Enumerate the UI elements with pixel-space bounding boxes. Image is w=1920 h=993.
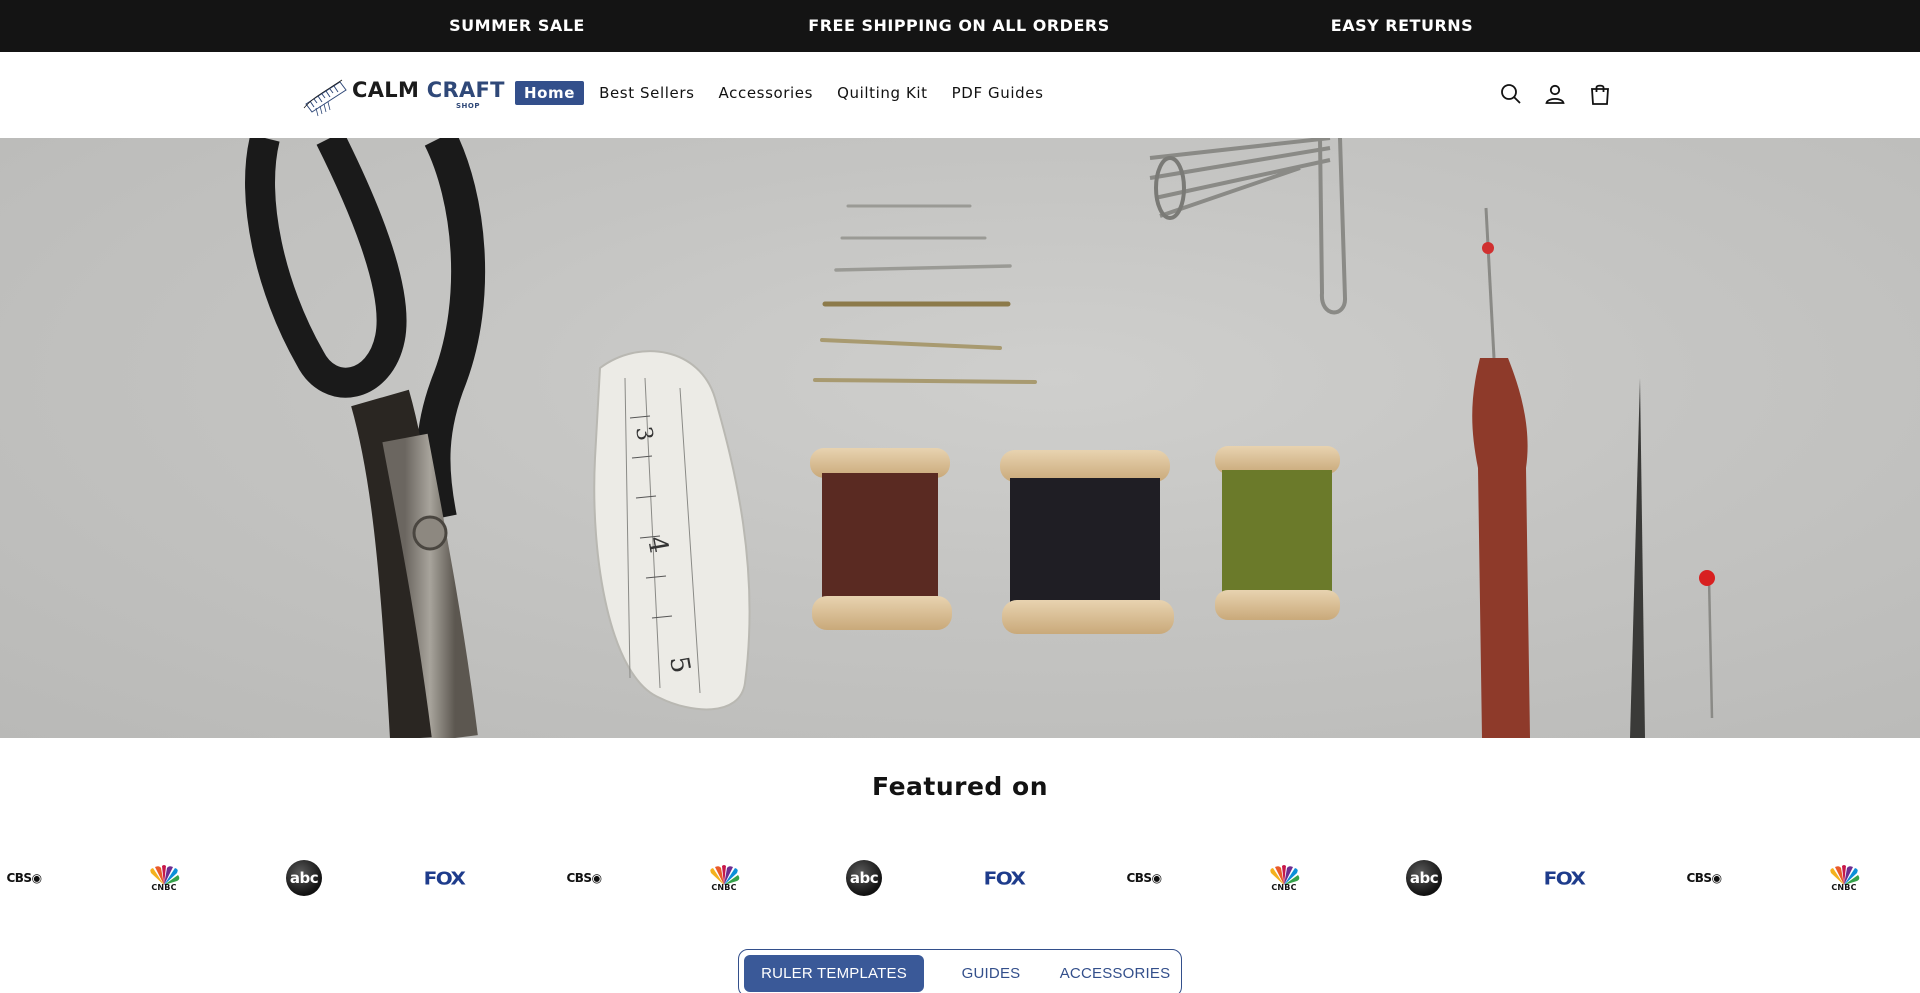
- featured-title: Featured on: [872, 772, 1048, 801]
- tab-ruler-templates[interactable]: RULER TEMPLATES: [744, 955, 924, 992]
- logo-wordmark: CALM CRAFT: [352, 78, 505, 102]
- announcement-easy-returns: EASY RETURNS: [1330, 16, 1474, 35]
- abc-logo: abc: [286, 860, 322, 896]
- sewing-tools-image: 3 4 5: [245, 138, 1715, 738]
- collection-tabs: RULER TEMPLATES GUIDES ACCESSORIES: [738, 949, 1182, 993]
- tape-measure: 3 4 5: [593, 350, 751, 711]
- nav-pdf-guides[interactable]: PDF Guides: [943, 81, 1053, 105]
- site-header: CALM CRAFT SHOP Home Best Sellers Access…: [0, 52, 1920, 138]
- abc-logo: abc: [1406, 860, 1442, 896]
- ruler-logo-icon: [303, 79, 347, 117]
- cart-icon[interactable]: [1588, 82, 1612, 110]
- abc-logo: abc: [846, 860, 882, 896]
- fox-logo: FOX: [983, 867, 1026, 889]
- hero-banner: 3 4 5: [0, 138, 1920, 738]
- logo-subtext: SHOP: [456, 102, 480, 110]
- cnbc-logo: CNBC: [147, 856, 181, 900]
- account-icon[interactable]: [1543, 82, 1567, 110]
- cnbc-logo: CNBC: [707, 856, 741, 900]
- seam-ripper: [1472, 207, 1530, 738]
- nav-home[interactable]: Home: [515, 81, 585, 105]
- logo[interactable]: CALM CRAFT SHOP: [302, 74, 504, 118]
- tab-accessories[interactable]: ACCESSORIES: [1053, 955, 1177, 992]
- cbs-logo: CBS ◉: [6, 871, 42, 885]
- announcement-summer-sale: SUMMER SALE: [449, 16, 585, 35]
- tab-guides[interactable]: GUIDES: [936, 955, 1046, 992]
- nav-best-sellers[interactable]: Best Sellers: [590, 81, 703, 105]
- needles: [813, 204, 1037, 384]
- thread-spools: [810, 446, 1340, 634]
- main-nav: Home Best Sellers Accessories Quilting K…: [515, 80, 1059, 106]
- search-icon[interactable]: [1499, 82, 1523, 110]
- fox-logo: FOX: [423, 867, 466, 889]
- nav-accessories[interactable]: Accessories: [710, 81, 823, 105]
- featured-logos-strip: CBS ◉ CNBC abc FOX CBS ◉ CNBC abc FOX CBS ◉…: [0, 856, 1920, 900]
- announcement-bar: SUMMER SALE FREE SHIPPING ON ALL ORDERS …: [0, 0, 1920, 52]
- cbs-logo: CBS ◉: [566, 871, 602, 885]
- cbs-logo: CBS ◉: [1686, 871, 1722, 885]
- cnbc-logo: CNBC: [1267, 856, 1301, 900]
- scissors: [245, 138, 486, 738]
- fox-logo: FOX: [1543, 867, 1586, 889]
- awl: [1630, 378, 1715, 738]
- cnbc-logo: CNBC: [1827, 856, 1861, 900]
- announcement-free-shipping: FREE SHIPPING ON ALL ORDERS: [808, 16, 1110, 35]
- cbs-logo: CBS ◉: [1126, 871, 1162, 885]
- nav-quilting-kit[interactable]: Quilting Kit: [828, 81, 937, 105]
- safety-pins: [1149, 138, 1348, 315]
